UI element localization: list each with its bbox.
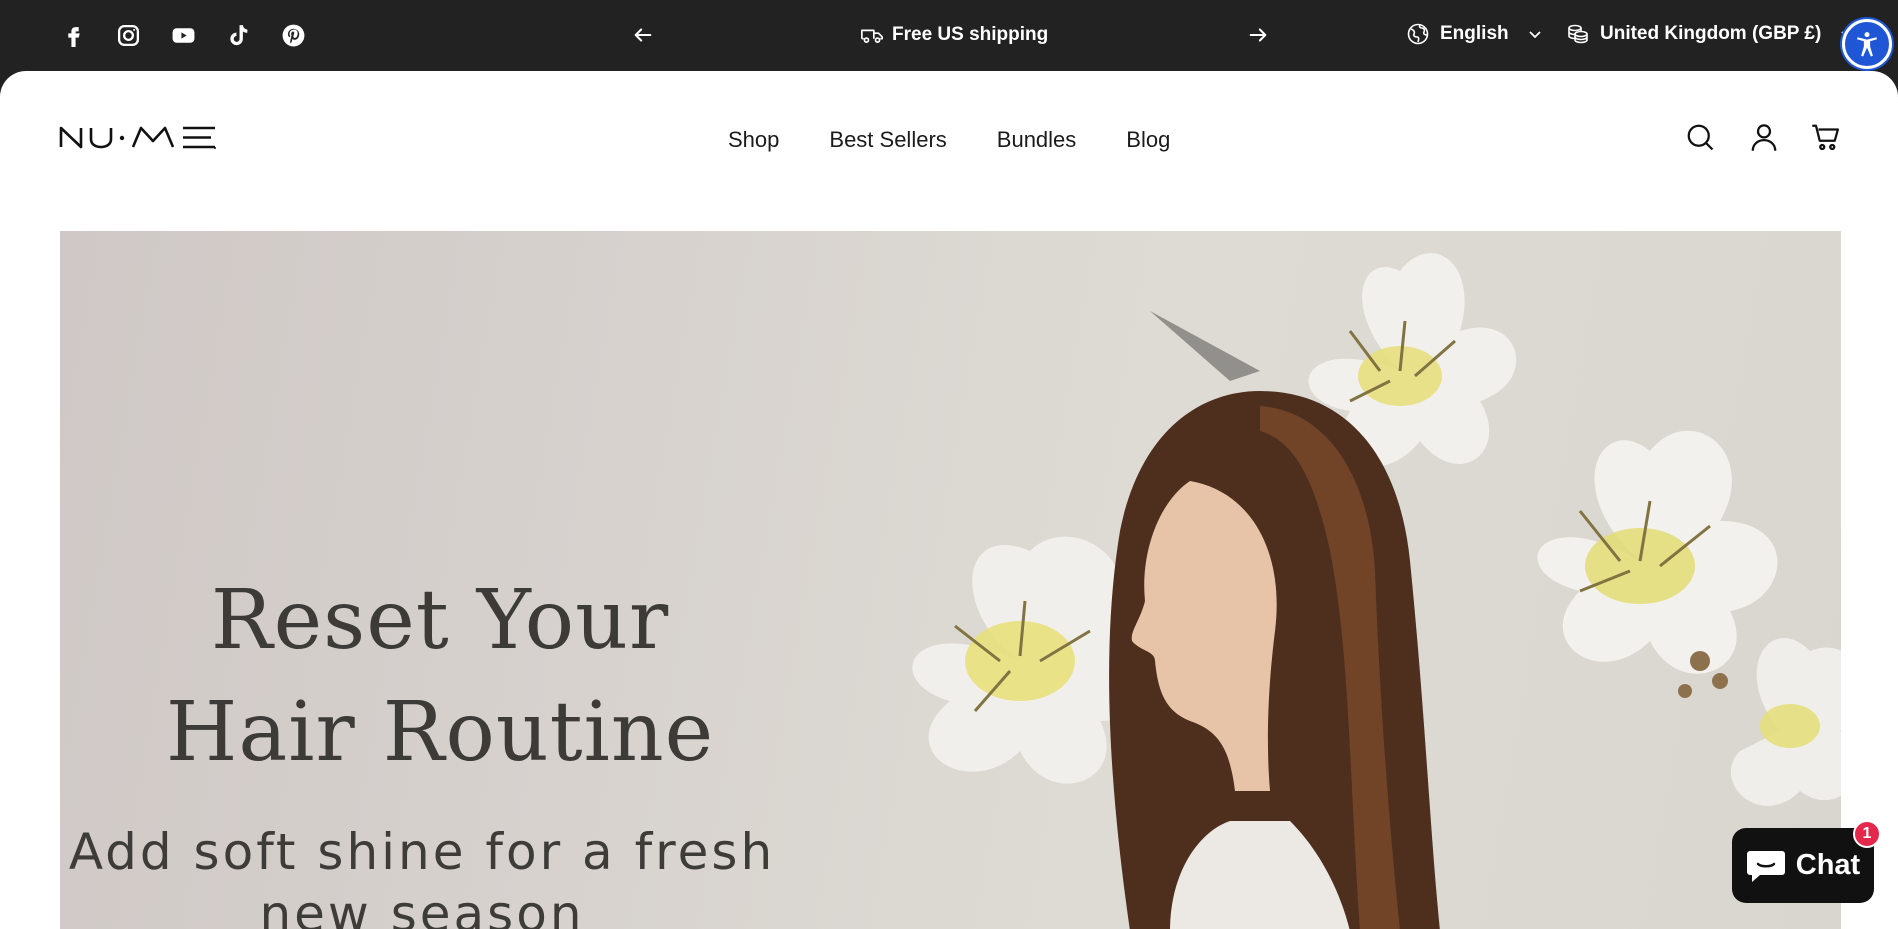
hero-title-line-2: Hair Routine [165, 685, 715, 780]
currency-selector[interactable]: United Kingdom (GBP £) [1566, 22, 1855, 46]
globe-icon [1407, 23, 1429, 45]
instagram-icon[interactable] [115, 22, 142, 49]
arrow-right-icon [1249, 28, 1267, 42]
account-icon[interactable] [1748, 121, 1780, 153]
truck-icon [861, 29, 883, 43]
previous-announcement-button[interactable] [630, 22, 656, 48]
cart-icon[interactable] [1810, 121, 1842, 153]
coins-icon [1568, 24, 1588, 44]
nav-bundles[interactable]: Bundles [997, 127, 1077, 153]
accessibility-icon [1857, 32, 1877, 57]
hero-banner[interactable]: Reset Your Hair Routine Add soft shine f… [60, 231, 1841, 929]
announcement-bar: Free US shipping English United Kingdom … [0, 0, 1898, 72]
youtube-icon[interactable] [170, 22, 197, 49]
hero-title: Reset Your Hair Routine [80, 565, 800, 789]
hero-title-line-1: Reset Your [210, 573, 670, 668]
language-selector[interactable]: English [1406, 22, 1543, 46]
search-icon[interactable] [1684, 121, 1716, 153]
chevron-down-icon [1528, 31, 1541, 39]
chat-notification-badge: 1 [1853, 820, 1881, 848]
currency-label: United Kingdom (GBP £) [1600, 23, 1822, 44]
nav-shop[interactable]: Shop [728, 127, 779, 153]
main-navigation: Shop Best Sellers Bundles Blog [728, 127, 1170, 153]
arrow-left-icon [634, 28, 652, 42]
social-links [60, 22, 307, 49]
chat-button[interactable]: Chat [1732, 828, 1874, 903]
nav-blog[interactable]: Blog [1126, 127, 1170, 153]
announcement-label: Free US shipping [892, 24, 1049, 45]
chat-label: Chat [1795, 849, 1861, 881]
facebook-icon[interactable] [60, 22, 87, 49]
announcement-text: Free US shipping [860, 24, 1048, 46]
hero-subtitle: Add soft shine for a fresh new season [60, 821, 792, 929]
accessibility-button[interactable] [1842, 19, 1892, 69]
brand-logo[interactable] [59, 123, 249, 151]
hero-subtitle-line-2: new season [259, 885, 585, 929]
hero-subtitle-line-1: Add soft shine for a fresh [68, 823, 776, 881]
language-label: English [1440, 23, 1509, 44]
tiktok-icon[interactable] [225, 22, 252, 49]
nav-best-sellers[interactable]: Best Sellers [829, 127, 946, 153]
next-announcement-button[interactable] [1245, 22, 1271, 48]
pinterest-icon[interactable] [280, 22, 307, 49]
chat-bubble-icon [1746, 850, 1785, 882]
